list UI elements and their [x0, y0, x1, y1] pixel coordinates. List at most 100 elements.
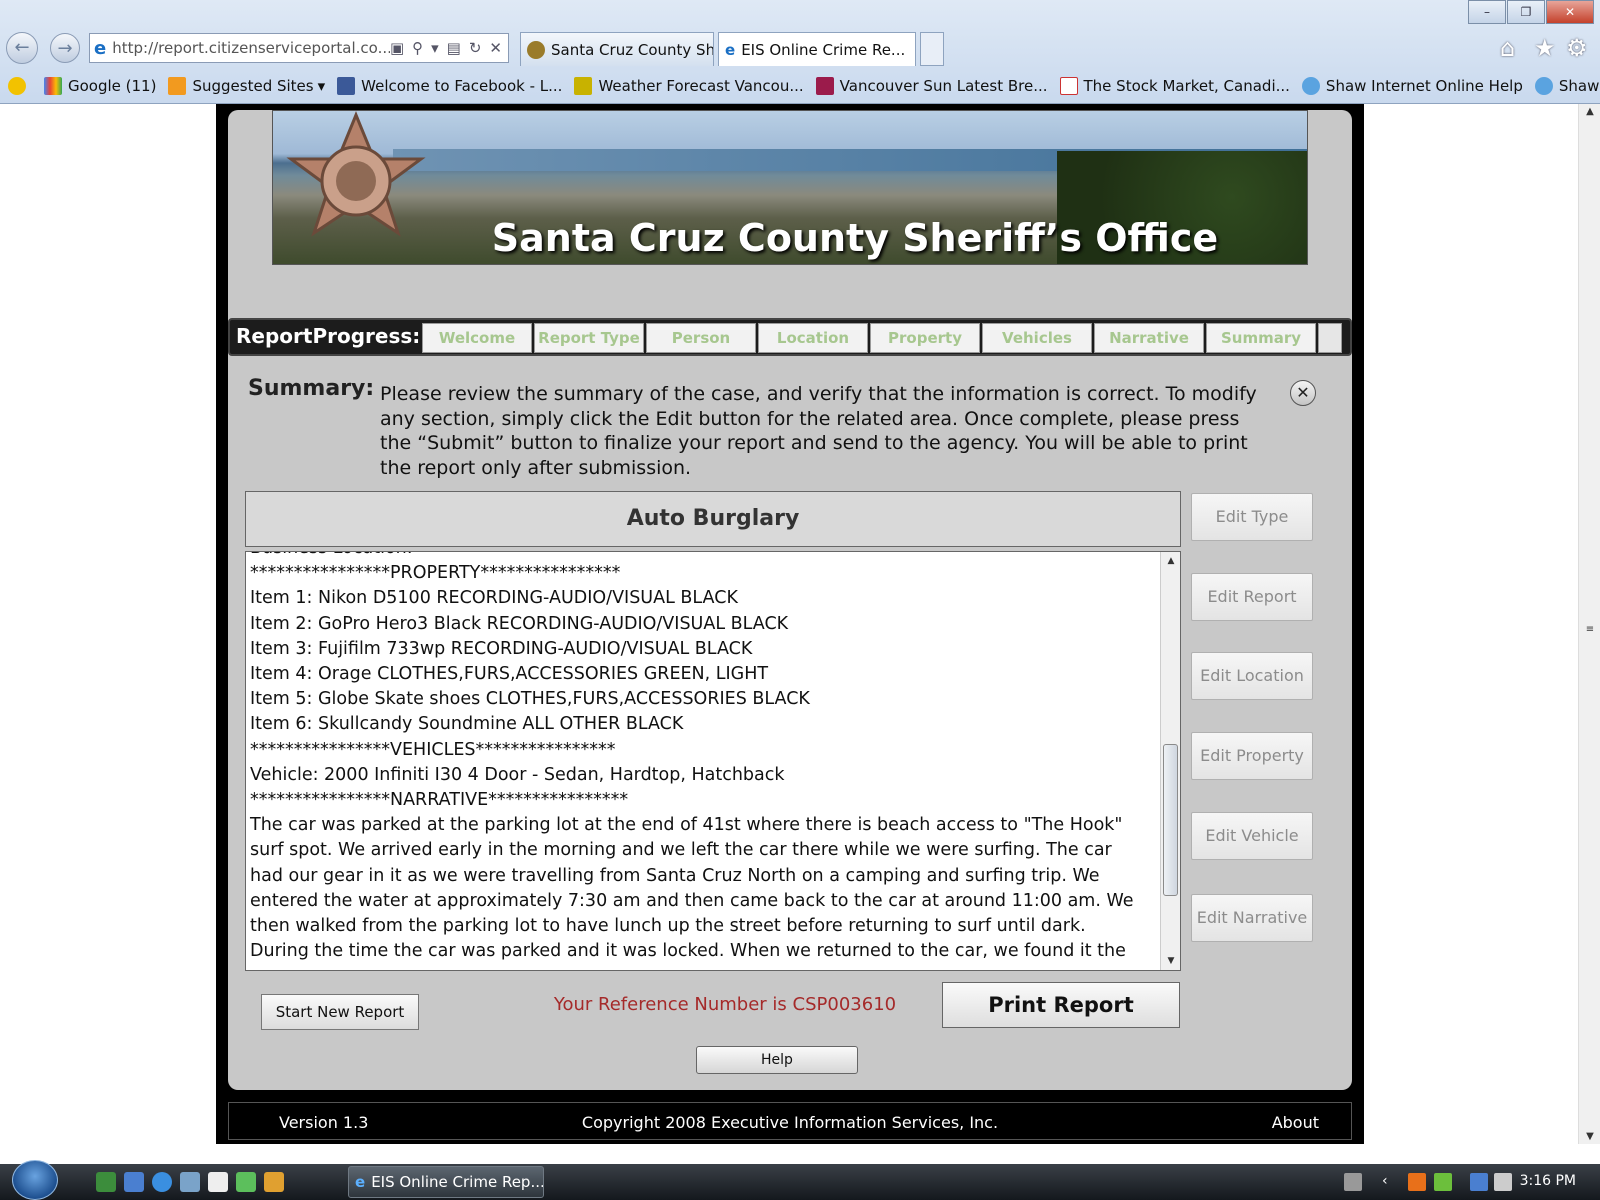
summary-heading: Summary: — [248, 376, 375, 401]
close-icon[interactable]: ✕ — [1290, 380, 1316, 406]
dropdown-icon[interactable]: ▾ — [431, 39, 439, 57]
report-summary-box[interactable]: Business Location: ****************PROPER… — [245, 551, 1181, 971]
progress-step-vehicles[interactable]: Vehicles — [982, 323, 1092, 353]
page-footer: Version 1.3 Copyright 2008 Executive Inf… — [228, 1102, 1352, 1140]
report-line: The car was parked at the parking lot at… — [250, 815, 1123, 836]
start-button[interactable] — [12, 1160, 58, 1200]
compat-view-icon[interactable]: ▣ — [390, 39, 404, 57]
media-player-icon[interactable] — [264, 1172, 284, 1192]
window-controls: – ❐ ✕ — [1467, 0, 1594, 24]
progress-label: ReportProgress: — [236, 324, 421, 348]
explorer-icon[interactable] — [180, 1172, 200, 1192]
ie-icon — [1534, 77, 1553, 95]
weather-icon — [574, 77, 593, 95]
keyboard-icon[interactable] — [1344, 1173, 1362, 1191]
tab-santa-cruz[interactable]: Santa Cruz County Sher... — [520, 32, 714, 66]
start-new-report-button[interactable]: Start New Report — [261, 994, 419, 1030]
refresh-icon[interactable]: ↻ — [469, 39, 482, 57]
chevron-down-icon: ▾ — [317, 77, 326, 95]
favorite-shaw-help[interactable]: Shaw Internet Online Help — [1301, 77, 1523, 95]
scroll-thumb[interactable] — [1163, 744, 1178, 896]
edit-vehicle-button[interactable]: Edit Vehicle — [1191, 812, 1313, 860]
network-icon[interactable] — [1470, 1173, 1488, 1191]
google-icon — [44, 77, 62, 95]
stock-market-icon — [1059, 77, 1078, 95]
edit-narrative-button[interactable]: Edit Narrative — [1191, 894, 1313, 942]
messenger-icon[interactable] — [236, 1172, 256, 1192]
close-tab-icon[interactable]: ✕ — [913, 41, 915, 59]
tab-eis-online[interactable]: e EIS Online Crime Re... ✕ — [718, 32, 916, 66]
favorite-weather[interactable]: Weather Forecast Vancou... — [574, 77, 804, 95]
favorite-google[interactable]: Google (11) — [44, 77, 156, 95]
facebook-icon — [337, 77, 356, 95]
gear-icon[interactable]: ⚙ — [1566, 34, 1588, 62]
favorite-stock-market[interactable]: The Stock Market, Canadi... — [1059, 77, 1290, 95]
add-favorite-icon[interactable] — [8, 77, 32, 95]
scroll-down-icon[interactable]: ▼ — [1579, 1131, 1600, 1142]
report-scrollbar[interactable]: ▲ ▼ — [1160, 552, 1180, 970]
scroll-up-icon[interactable]: ▲ — [1579, 106, 1600, 117]
scroll-down-icon[interactable]: ▼ — [1161, 952, 1180, 970]
close-window-icon[interactable]: ✕ — [1546, 0, 1594, 24]
banner-title: Santa Cruz County Sheriff’s Office — [491, 216, 1219, 260]
report-line: had our gear in it as we were travelling… — [250, 865, 1100, 886]
home-icon[interactable]: ⌂ — [1500, 34, 1515, 62]
ie-icon: e — [355, 1173, 366, 1191]
taskbar-window-button[interactable]: e EIS Online Crime Rep... — [348, 1166, 544, 1198]
favorite-vancouver-sun[interactable]: Vancouver Sun Latest Bre... — [815, 77, 1048, 95]
summary-instructions: Please review the summary of the case, a… — [380, 383, 1257, 479]
tab-label: EIS Online Crime Re... — [741, 40, 906, 59]
edit-property-button[interactable]: Edit Property — [1191, 732, 1313, 780]
report-progress-bar: ReportProgress: Welcome Report Type Pers… — [228, 318, 1352, 356]
report-line: Business Location: — [250, 552, 1150, 561]
edit-report-button[interactable]: Edit Report — [1191, 573, 1313, 621]
reference-number: Your Reference Number is CSP003610 — [553, 994, 897, 1015]
ie-icon — [1301, 77, 1320, 95]
report-line: ****************PROPERTY**************** — [250, 563, 621, 584]
edit-location-button[interactable]: Edit Location — [1191, 652, 1313, 700]
edit-type-button[interactable]: Edit Type — [1191, 493, 1313, 541]
favorite-suggested-sites[interactable]: Suggested Sites ▾ — [168, 77, 325, 95]
progress-step-narrative[interactable]: Narrative — [1094, 323, 1204, 353]
favorite-facebook[interactable]: Welcome to Facebook - L... — [337, 77, 562, 95]
minimize-icon[interactable]: – — [1468, 0, 1506, 24]
page-scrollbar[interactable]: ▲ ≡ ▼ — [1578, 104, 1600, 1144]
report-line: Item 2: GoPro Hero3 Black RECORDING-AUDI… — [250, 613, 789, 634]
scroll-up-icon[interactable]: ▲ — [1161, 552, 1180, 570]
progress-step-welcome[interactable]: Welcome — [422, 323, 532, 353]
progress-step-summary[interactable]: Summary — [1206, 323, 1316, 353]
battery-icon[interactable] — [1434, 1173, 1452, 1191]
progress-step-location[interactable]: Location — [758, 323, 868, 353]
about-link[interactable]: About — [1272, 1113, 1319, 1132]
document-icon[interactable] — [208, 1172, 228, 1192]
restore-icon[interactable]: ❐ — [1507, 0, 1545, 24]
address-url[interactable]: http://report.citizenserviceportal.co... — [112, 39, 390, 57]
progress-step-person[interactable]: Person — [646, 323, 756, 353]
progress-step-next — [1318, 323, 1342, 353]
show-desktop-icon[interactable] — [124, 1172, 144, 1192]
page-icon[interactable]: ▤ — [447, 39, 461, 57]
scroll-grip-icon[interactable]: ≡ — [1579, 624, 1600, 635]
tab-label: Santa Cruz County Sher... — [551, 40, 713, 59]
ie-icon[interactable] — [152, 1172, 172, 1192]
progress-step-report-type[interactable]: Report Type — [534, 323, 644, 353]
report-summary-text: Business Location: ****************PROPER… — [250, 552, 1150, 964]
favorite-shaw-support[interactable]: Shaw Support — [1534, 77, 1600, 95]
new-tab-button[interactable] — [920, 32, 944, 66]
chevron-left-icon[interactable]: ‹ — [1382, 1173, 1400, 1191]
print-report-button[interactable]: Print Report — [942, 982, 1180, 1028]
favorites-bar: Google (11) Suggested Sites ▾ Welcome to … — [0, 70, 1600, 102]
report-line: surf spot. We arrived early in the morni… — [250, 840, 1112, 861]
forward-icon[interactable]: → — [50, 33, 80, 63]
back-icon[interactable]: ← — [6, 32, 38, 64]
favorites-star-icon[interactable]: ★ — [1534, 34, 1556, 62]
stop-icon[interactable]: ✕ — [489, 39, 502, 57]
address-bar[interactable]: e http://report.citizenserviceportal.co.… — [89, 33, 509, 63]
report-line: Item 3: Fujifilm 733wp RECORDING-AUDIO/V… — [250, 638, 753, 659]
volume-icon[interactable] — [1494, 1173, 1512, 1191]
quicklaunch-icon[interactable] — [96, 1172, 116, 1192]
help-button[interactable]: Help — [696, 1046, 858, 1074]
search-icon[interactable]: ⚲ — [412, 39, 423, 57]
progress-step-property[interactable]: Property — [870, 323, 980, 353]
tray-app-icon[interactable] — [1408, 1173, 1426, 1191]
